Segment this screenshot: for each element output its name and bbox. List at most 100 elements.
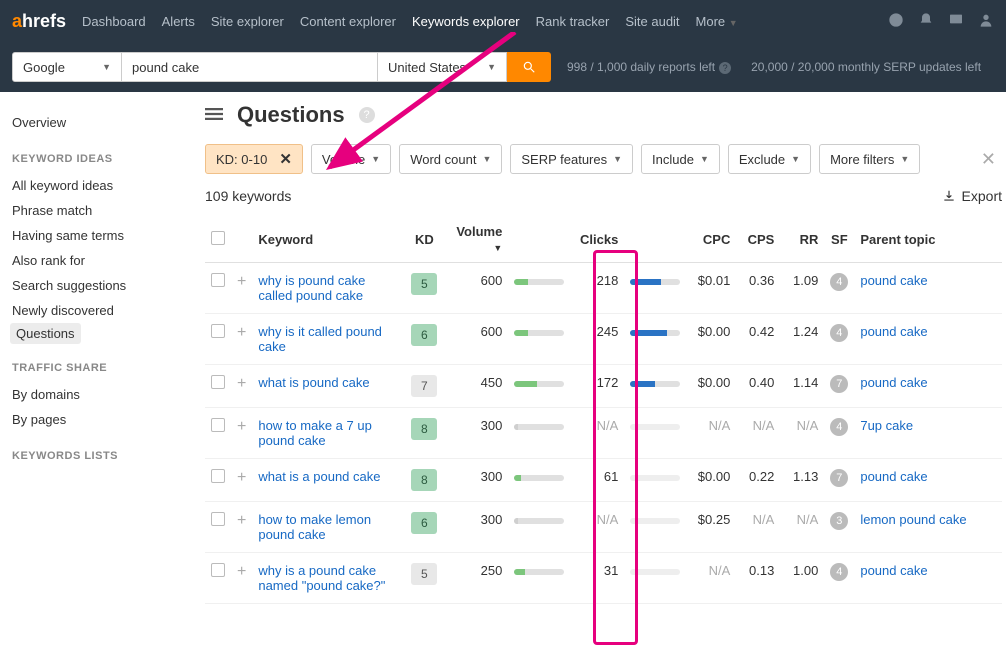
chevron-down-icon: ▼ [102, 62, 111, 72]
sf-badge[interactable]: 4 [830, 324, 848, 342]
expand-icon[interactable]: + [237, 273, 246, 290]
col-keyword[interactable]: Keyword [252, 216, 402, 263]
keyword-input[interactable]: pound cake [122, 52, 377, 82]
sidebar-item-questions[interactable]: Questions [10, 323, 81, 344]
filter-word-count[interactable]: Word count ▼ [399, 144, 502, 174]
logo[interactable]: ahrefs [12, 11, 66, 32]
filter-include[interactable]: Include ▼ [641, 144, 720, 174]
chevron-down-icon: ▼ [613, 154, 622, 164]
sort-desc-icon: ▼ [493, 243, 502, 253]
rr-value: 1.09 [780, 263, 824, 314]
col-kd[interactable]: KD [402, 216, 446, 263]
sidebar-overview[interactable]: Overview [10, 110, 185, 135]
help-icon[interactable] [888, 12, 904, 31]
keyword-link[interactable]: how to make a 7 up pound cake [258, 418, 390, 448]
bell-icon[interactable] [918, 12, 934, 31]
filter-kd[interactable]: KD: 0-10✕ [205, 144, 303, 174]
chevron-down-icon: ▼ [487, 62, 496, 72]
row-checkbox[interactable] [211, 418, 225, 432]
nav-content-explorer[interactable]: Content explorer [300, 14, 396, 29]
volume-bar [514, 475, 564, 481]
clicks-bar [624, 314, 686, 365]
parent-topic-link[interactable]: pound cake [860, 273, 927, 288]
keyword-link[interactable]: why is pound cake called pound cake [258, 273, 390, 303]
top-nav: ahrefs Dashboard Alerts Site explorer Conte… [0, 0, 1006, 42]
parent-topic-link[interactable]: pound cake [860, 375, 927, 390]
filter-more-filters[interactable]: More filters ▼ [819, 144, 920, 174]
search-button[interactable] [507, 52, 551, 82]
col-parent-topic[interactable]: Parent topic [854, 216, 1002, 263]
rr-value: 1.14 [780, 365, 824, 408]
clicks-value: 61 [570, 459, 624, 502]
expand-icon[interactable]: + [237, 418, 246, 435]
filter-serp-features[interactable]: SERP features ▼ [510, 144, 633, 174]
nav-more[interactable]: More ▼ [696, 14, 738, 29]
engine-select[interactable]: Google▼ [12, 52, 122, 82]
keyword-link[interactable]: what is pound cake [258, 375, 369, 390]
sidebar-item-search-suggestions[interactable]: Search suggestions [10, 273, 185, 298]
kd-badge: 6 [411, 512, 437, 534]
sidebar-item-by-pages[interactable]: By pages [10, 407, 185, 432]
clear-filters-icon[interactable]: ✕ [975, 149, 1002, 170]
search-bar: Google▼ pound cake United States▼ 998 / … [0, 42, 1006, 92]
parent-topic-link[interactable]: lemon pound cake [860, 512, 966, 527]
parent-topic-link[interactable]: pound cake [860, 324, 927, 339]
sf-badge[interactable]: 3 [830, 512, 848, 530]
col-volume[interactable]: Volume ▼ [446, 216, 508, 263]
help-icon[interactable]: ? [359, 107, 375, 123]
parent-topic-link[interactable]: pound cake [860, 563, 927, 578]
sidebar-item-also-rank-for[interactable]: Also rank for [10, 248, 185, 273]
table-row: + why is a pound cake named "pound cake?"… [205, 553, 1002, 604]
kd-badge: 8 [411, 418, 437, 440]
monitor-icon[interactable] [948, 12, 964, 31]
col-cps[interactable]: CPS [736, 216, 780, 263]
sidebar-item-phrase-match[interactable]: Phrase match [10, 198, 185, 223]
nav-dashboard[interactable]: Dashboard [82, 14, 146, 29]
country-select[interactable]: United States▼ [377, 52, 507, 82]
row-checkbox[interactable] [211, 563, 225, 577]
nav-site-audit[interactable]: Site audit [625, 14, 679, 29]
sidebar-item-newly-discovered[interactable]: Newly discovered [10, 298, 185, 323]
sf-badge[interactable]: 4 [830, 418, 848, 436]
col-clicks[interactable]: Clicks [570, 216, 624, 263]
filter-volume[interactable]: Volume ▼ [311, 144, 391, 174]
col-sf[interactable]: SF [824, 216, 854, 263]
keyword-link[interactable]: how to make lemon pound cake [258, 512, 390, 542]
sidebar-item-having-same-terms[interactable]: Having same terms [10, 223, 185, 248]
keyword-link[interactable]: what is a pound cake [258, 469, 380, 484]
filter-exclude[interactable]: Exclude ▼ [728, 144, 811, 174]
row-checkbox[interactable] [211, 324, 225, 338]
export-button[interactable]: Export [942, 188, 1002, 204]
row-checkbox[interactable] [211, 375, 225, 389]
expand-icon[interactable]: + [237, 563, 246, 580]
col-rr[interactable]: RR [780, 216, 824, 263]
sf-badge[interactable]: 4 [830, 563, 848, 581]
nav-site-explorer[interactable]: Site explorer [211, 14, 284, 29]
select-all-checkbox[interactable] [211, 231, 225, 245]
expand-icon[interactable]: + [237, 469, 246, 486]
expand-icon[interactable]: + [237, 375, 246, 392]
row-checkbox[interactable] [211, 469, 225, 483]
nav-rank-tracker[interactable]: Rank tracker [536, 14, 610, 29]
nav-keywords-explorer[interactable]: Keywords explorer [412, 14, 520, 29]
sf-badge[interactable]: 7 [830, 469, 848, 487]
keyword-link[interactable]: why is a pound cake named "pound cake?" [258, 563, 390, 593]
close-icon[interactable]: ✕ [279, 150, 292, 168]
parent-topic-link[interactable]: pound cake [860, 469, 927, 484]
col-cpc[interactable]: CPC [686, 216, 736, 263]
menu-icon[interactable] [205, 105, 223, 126]
expand-icon[interactable]: + [237, 512, 246, 529]
expand-icon[interactable]: + [237, 324, 246, 341]
sf-badge[interactable]: 4 [830, 273, 848, 291]
help-icon[interactable]: ? [719, 62, 731, 74]
row-checkbox[interactable] [211, 512, 225, 526]
sidebar-item-all-keyword-ideas[interactable]: All keyword ideas [10, 173, 185, 198]
parent-topic-link[interactable]: 7up cake [860, 418, 913, 433]
sidebar-item-by-domains[interactable]: By domains [10, 382, 185, 407]
sf-badge[interactable]: 7 [830, 375, 848, 393]
nav-alerts[interactable]: Alerts [162, 14, 195, 29]
keyword-link[interactable]: why is it called pound cake [258, 324, 390, 354]
row-checkbox[interactable] [211, 273, 225, 287]
user-icon[interactable] [978, 12, 994, 31]
cps-value: 0.22 [736, 459, 780, 502]
